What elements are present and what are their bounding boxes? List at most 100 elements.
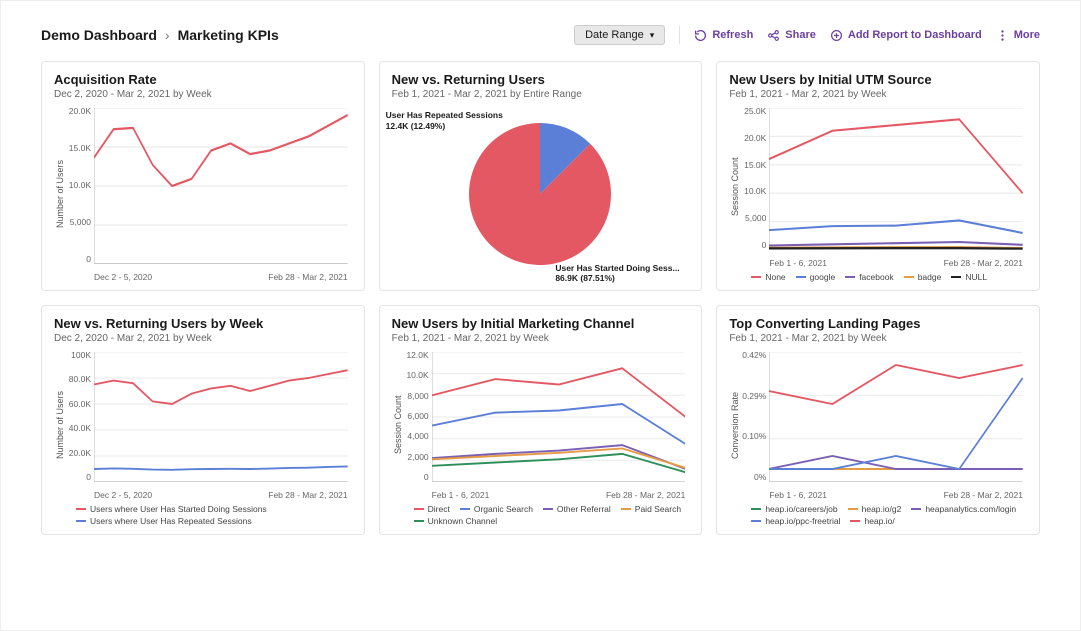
card-grid: Acquisition Rate Dec 2, 2020 - Mar 2, 20… [41,61,1040,535]
legend-item[interactable]: facebook [845,272,894,282]
chart-card[interactable]: Top Converting Landing Pages Feb 1, 2021… [716,305,1040,535]
share-label: Share [785,29,816,41]
more-button[interactable]: More [996,29,1040,42]
line-chart: 20.0K15.0K10.0K5,0000Dec 2 - 5, 2020Feb … [66,106,352,282]
legend-swatch [845,276,855,278]
legend-label: Organic Search [474,504,533,514]
chart-body: Session Count12.0K10.0K8,0006,0004,0002,… [392,350,690,500]
y-ticks: 0.42%0.29%0.10%0% [741,350,769,482]
share-button[interactable]: Share [767,29,816,42]
legend-item[interactable]: None [751,272,785,282]
legend-label: NULL [965,272,987,282]
y-ticks: 12.0K10.0K8,0006,0004,0002,0000 [404,350,432,482]
legend-label: Other Referral [557,504,611,514]
dashboard-frame: Demo Dashboard › Marketing KPIs Date Ran… [0,0,1081,631]
card-title: Top Converting Landing Pages [729,316,1027,331]
legend-item[interactable]: Paid Search [621,504,681,514]
add-report-button[interactable]: Add Report to Dashboard [830,29,982,42]
plus-circle-icon [830,29,843,42]
legend-item[interactable]: google [796,272,836,282]
legend-swatch [751,520,761,522]
legend: heap.io/careers/job heap.io/g2 heapanalyti… [729,500,1027,526]
legend-swatch [848,508,858,510]
legend-label: badge [918,272,942,282]
legend: None google facebook badge NULL [729,268,1027,282]
legend-swatch [621,508,631,510]
legend-item[interactable]: heapanalytics.com/login [911,504,1016,514]
legend-swatch [911,508,921,510]
legend-item[interactable]: Other Referral [543,504,611,514]
legend: Users where User Has Started Doing Sessi… [54,500,352,526]
refresh-icon [694,29,707,42]
legend-item[interactable]: Unknown Channel [414,516,497,526]
legend-label: Direct [428,504,450,514]
plot-area [94,108,348,264]
legend: Direct Organic Search Other Referral Paid S… [392,500,690,526]
x-ticks: Feb 1 - 6, 2021Feb 28 - Mar 2, 2021 [432,490,686,500]
line-chart: 100K80.0K60.0K40.0K20.0K0Dec 2 - 5, 2020… [66,350,352,500]
legend-item[interactable]: Organic Search [460,504,533,514]
line-chart: 12.0K10.0K8,0006,0004,0002,0000Feb 1 - 6… [404,350,690,500]
more-icon [996,29,1009,42]
date-range-label: Date Range [585,29,644,41]
chart-card[interactable]: Acquisition Rate Dec 2, 2020 - Mar 2, 20… [41,61,365,291]
card-subtitle: Feb 1, 2021 - Mar 2, 2021 by Week [729,333,1027,344]
legend-item[interactable]: heap.io/ppc-freetrial [751,516,840,526]
y-ticks: 20.0K15.0K10.0K5,0000 [66,106,94,264]
legend-label: heap.io/g2 [862,504,902,514]
legend-item[interactable]: badge [904,272,942,282]
legend-label: facebook [859,272,894,282]
legend-item[interactable]: heap.io/g2 [848,504,902,514]
y-axis-label: Session Count [729,106,741,268]
legend-label: Unknown Channel [428,516,497,526]
card-subtitle: Feb 1, 2021 - Mar 2, 2021 by Entire Rang… [392,89,690,100]
card-subtitle: Feb 1, 2021 - Mar 2, 2021 by Week [392,333,690,344]
add-report-label: Add Report to Dashboard [848,29,982,41]
legend-swatch [751,508,761,510]
plot-area [94,352,348,482]
plot-area [432,352,686,482]
refresh-label: Refresh [712,29,753,41]
plot-area [769,108,1023,250]
breadcrumb-current: Marketing KPIs [178,27,279,43]
card-title: New Users by Initial UTM Source [729,72,1027,87]
legend-item[interactable]: heap.io/careers/job [751,504,837,514]
card-subtitle: Dec 2, 2020 - Mar 2, 2021 by Week [54,333,352,344]
legend-label: Users where User Has Started Doing Sessi… [90,504,267,514]
legend-item[interactable]: Users where User Has Repeated Sessions [76,516,252,526]
x-ticks: Dec 2 - 5, 2020Feb 28 - Mar 2, 2021 [94,490,348,500]
x-ticks: Feb 1 - 6, 2021Feb 28 - Mar 2, 2021 [769,490,1023,500]
legend-label: heap.io/careers/job [765,504,837,514]
legend-swatch [951,276,961,278]
legend-item[interactable]: heap.io/ [850,516,894,526]
card-title: New Users by Initial Marketing Channel [392,316,690,331]
chart-card[interactable]: New Users by Initial Marketing Channel F… [379,305,703,535]
legend-item[interactable]: Users where User Has Started Doing Sessi… [76,504,267,514]
y-axis-label: Session Count [392,350,404,500]
legend-label: heap.io/ [864,516,894,526]
card-title: New vs. Returning Users [392,72,690,87]
breadcrumb-parent[interactable]: Demo Dashboard [41,27,157,43]
chart-body: Conversion Rate0.42%0.29%0.10%0%Feb 1 - … [729,350,1027,500]
legend-item[interactable]: NULL [951,272,987,282]
chart-body: User Has Repeated Sessions12.4K (12.49%)… [392,106,690,282]
legend-swatch [796,276,806,278]
legend-label: heapanalytics.com/login [925,504,1016,514]
legend-swatch [414,508,424,510]
chart-card[interactable]: New vs. Returning Users Feb 1, 2021 - Ma… [379,61,703,291]
share-icon [767,29,780,42]
legend-item[interactable]: Direct [414,504,450,514]
legend-label: Users where User Has Repeated Sessions [90,516,252,526]
pie-chart: User Has Repeated Sessions12.4K (12.49%)… [392,106,690,282]
card-title: New vs. Returning Users by Week [54,316,352,331]
refresh-button[interactable]: Refresh [694,29,753,42]
chart-card[interactable]: New vs. Returning Users by Week Dec 2, 2… [41,305,365,535]
breadcrumb: Demo Dashboard › Marketing KPIs [41,27,279,43]
date-range-button[interactable]: Date Range ▾ [574,25,665,45]
y-axis-label: Number of Users [54,350,66,500]
legend-swatch [76,520,86,522]
chart-card[interactable]: New Users by Initial UTM Source Feb 1, 2… [716,61,1040,291]
y-axis-label: Number of Users [54,106,66,282]
more-label: More [1014,29,1040,41]
chart-body: Number of Users20.0K15.0K10.0K5,0000Dec … [54,106,352,282]
